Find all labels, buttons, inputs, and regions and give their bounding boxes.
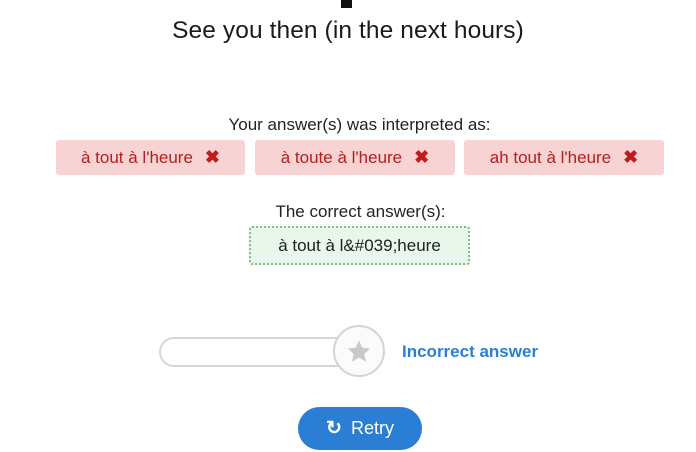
interpreted-answer-chip: à tout à l'heure ✖	[56, 140, 245, 175]
interpreted-answer-text: ah tout à l'heure	[489, 147, 612, 167]
retry-label: Retry	[350, 418, 394, 438]
interpreted-answer-chip: à toute à l'heure ✖	[255, 140, 455, 175]
correct-answer-label: The correct answer(s):	[275, 202, 446, 221]
retry-button[interactable]: ↻ Retry	[298, 407, 422, 450]
interpreted-answer-text: à tout à l'heure	[80, 147, 193, 167]
interpretation-label: Your answer(s) was interpreted as:	[228, 115, 491, 134]
correct-answer-text: à tout à l&#039;heure	[278, 235, 441, 255]
wrong-x-icon: ✖	[204, 147, 221, 167]
star-icon	[347, 339, 371, 362]
question-prompt: See you then (in the next hours)	[172, 17, 524, 44]
top-edge-mark	[341, 0, 352, 8]
progress-star-knob	[333, 325, 385, 377]
correct-answer-box: à tout à l&#039;heure	[249, 226, 470, 265]
wrong-x-icon: ✖	[623, 147, 639, 167]
interpreted-answer-text: à toute à l'heure	[280, 147, 403, 167]
wrong-x-icon: ✖	[414, 147, 430, 167]
interpreted-answer-chip: ah tout à l'heure ✖	[464, 140, 664, 175]
result-status-text: Incorrect answer	[402, 342, 539, 361]
refresh-icon: ↻	[326, 418, 342, 439]
